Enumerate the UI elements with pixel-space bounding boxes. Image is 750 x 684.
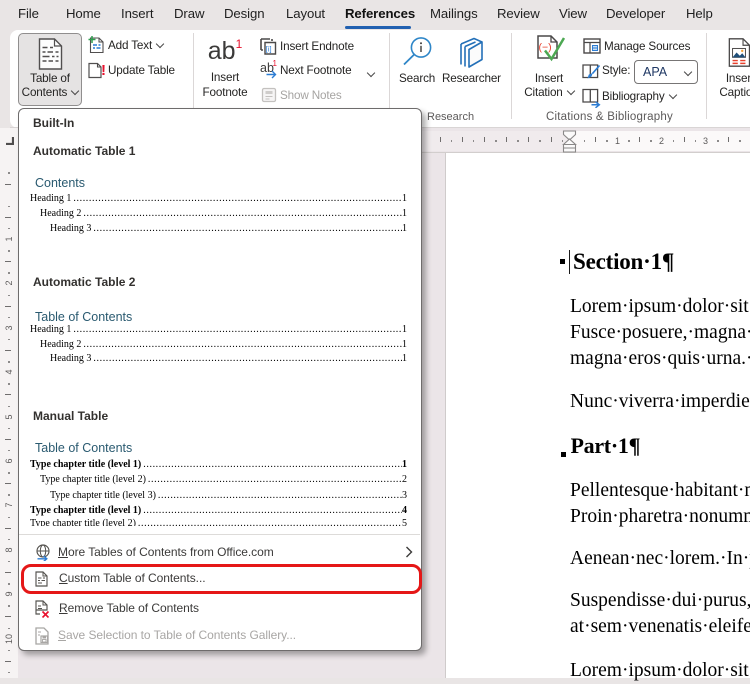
svg-text:!: !	[101, 62, 106, 79]
svg-text:[i]: [i]	[266, 45, 272, 54]
